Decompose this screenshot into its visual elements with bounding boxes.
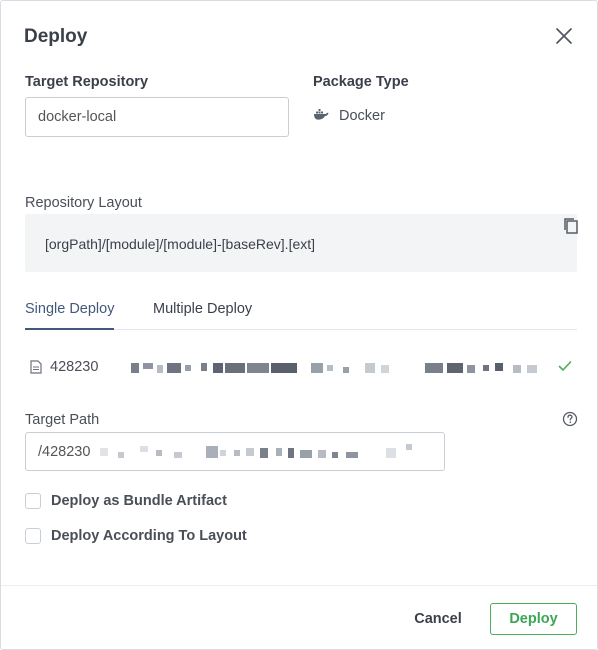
dialog-footer-divider bbox=[1, 585, 597, 586]
redacted-target-path bbox=[96, 442, 426, 462]
tab-multiple-deploy[interactable]: Multiple Deploy bbox=[153, 301, 252, 330]
tab-single-deploy[interactable]: Single Deploy bbox=[25, 301, 115, 330]
file-icon bbox=[30, 360, 42, 379]
docker-icon bbox=[313, 107, 329, 125]
repository-layout-value: [orgPath]/[module]/[module]-[baseRev].[e… bbox=[45, 236, 316, 252]
deploy-as-bundle-option[interactable]: Deploy as Bundle Artifact bbox=[25, 493, 227, 509]
copy-icon[interactable] bbox=[562, 216, 580, 236]
deploy-dialog: Deploy Target Repository docker-local Pa… bbox=[0, 0, 598, 650]
check-icon bbox=[558, 359, 572, 377]
file-name: 428230 bbox=[50, 359, 99, 375]
package-type-label: Package Type bbox=[313, 74, 409, 90]
deploy-button[interactable]: Deploy bbox=[490, 603, 577, 635]
repository-layout-label: Repository Layout bbox=[25, 195, 142, 211]
target-path-label: Target Path bbox=[25, 412, 100, 428]
dialog-title: Deploy bbox=[24, 26, 88, 47]
package-type: Docker bbox=[313, 107, 385, 125]
redacted-file-name bbox=[129, 355, 539, 379]
deploy-according-to-layout-label: Deploy According To Layout bbox=[51, 528, 247, 544]
deploy-as-bundle-checkbox[interactable] bbox=[25, 493, 41, 509]
target-repository-label: Target Repository bbox=[25, 74, 149, 90]
deploy-according-to-layout-checkbox[interactable] bbox=[25, 528, 41, 544]
close-icon[interactable] bbox=[554, 26, 574, 46]
deploy-tabs: Single Deploy Multiple Deploy bbox=[25, 298, 577, 330]
file-row: 428230 bbox=[25, 355, 577, 379]
target-repository-select[interactable]: docker-local bbox=[25, 97, 289, 137]
cancel-button[interactable]: Cancel bbox=[401, 604, 475, 634]
target-path-value: /428230 bbox=[38, 443, 91, 460]
help-circle-icon[interactable] bbox=[562, 411, 578, 427]
deploy-according-to-layout-option[interactable]: Deploy According To Layout bbox=[25, 528, 247, 544]
repository-layout-box: [orgPath]/[module]/[module]-[baseRev].[e… bbox=[25, 214, 577, 272]
package-type-value: Docker bbox=[339, 108, 385, 124]
target-repository-value: docker-local bbox=[38, 109, 117, 125]
deploy-as-bundle-label: Deploy as Bundle Artifact bbox=[51, 493, 227, 509]
target-path-input[interactable]: /428230 bbox=[25, 432, 445, 471]
